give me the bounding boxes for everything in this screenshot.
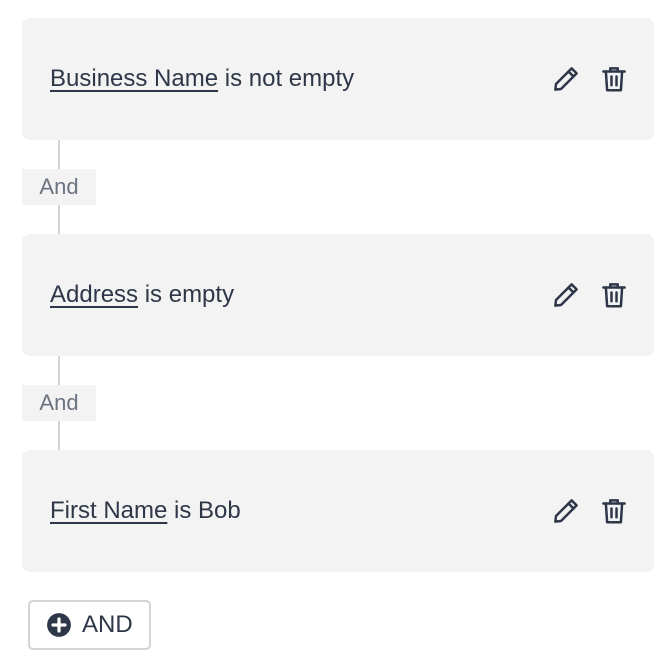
delete-button[interactable] [598,279,630,311]
trash-icon [602,499,626,524]
condition-text: Business Name is not empty [50,64,354,94]
and-connector-label: And [22,385,96,421]
condition-operator: is not empty [218,65,355,92]
condition-card-first-name: First Name is Bob [22,450,654,572]
condition-text: Address is empty [50,280,234,310]
condition-operator: is Bob [167,497,241,524]
condition-actions [550,279,630,311]
and-connector: And [22,140,654,234]
edit-button[interactable] [550,63,582,95]
delete-button[interactable] [598,63,630,95]
condition-field-link[interactable]: First Name [50,497,167,524]
edit-button[interactable] [550,279,582,311]
edit-button[interactable] [550,495,582,527]
add-and-label: AND [82,611,133,638]
add-and-condition-button[interactable]: AND [28,600,151,650]
condition-field-link[interactable]: Business Name [50,65,218,92]
condition-field-link[interactable]: Address [50,281,138,308]
condition-actions [550,495,630,527]
trash-icon [602,67,626,92]
pencil-icon [554,283,578,307]
condition-text: First Name is Bob [50,496,241,526]
condition-card-business-name: Business Name is not empty [22,18,654,140]
condition-card-address: Address is empty [22,234,654,356]
condition-actions [550,63,630,95]
and-connector-label: And [22,169,96,205]
plus-circle-icon [47,613,71,637]
condition-operator: is empty [138,281,235,308]
pencil-icon [554,499,578,523]
pencil-icon [554,67,578,91]
delete-button[interactable] [598,495,630,527]
trash-icon [602,283,626,308]
filter-condition-list: Business Name is not empty And Address i… [22,18,654,572]
and-connector: And [22,356,654,450]
